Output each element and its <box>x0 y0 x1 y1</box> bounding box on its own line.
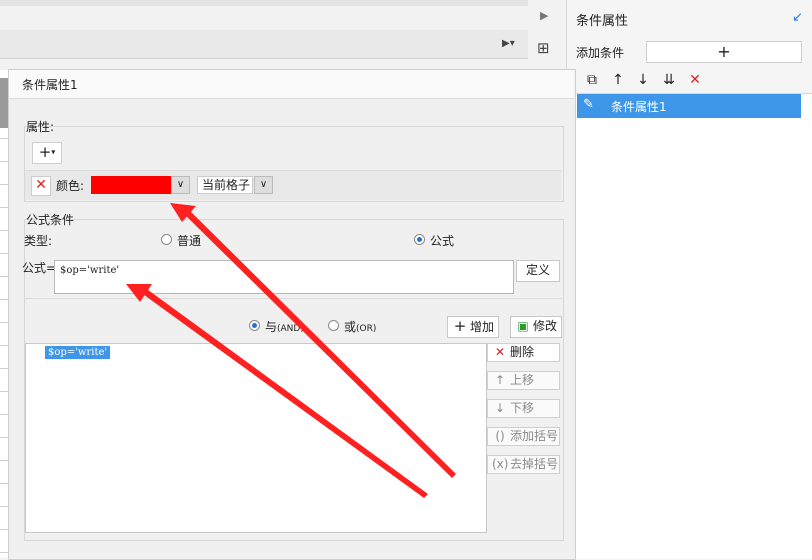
formula-label: 公式= <box>22 261 57 275</box>
dropdown-arrow-icon[interactable]: ▶▾ <box>502 38 515 49</box>
add-condition-row-button[interactable]: + 增加 <box>447 316 499 338</box>
or-text: 或 <box>344 320 357 334</box>
formula-condition-label: 公式条件 <box>26 213 75 227</box>
list-item[interactable]: $op='write' <box>45 346 111 359</box>
add-condition-button[interactable]: + <box>646 41 802 63</box>
modify-button-label: 修改 <box>533 319 558 333</box>
pin-icon[interactable]: ↙ <box>792 10 803 25</box>
top-bar <box>0 0 528 6</box>
collapse-arrow-icon[interactable]: ▶ <box>540 9 552 22</box>
and-en-text: (AND) <box>277 324 304 334</box>
remove-bracket-label: 去掉括号 <box>510 457 559 471</box>
scope-dropdown-chevron-icon[interactable]: ∨ <box>254 176 273 194</box>
remove-bracket-icon: (x) <box>492 457 509 471</box>
grid-settings-icon[interactable]: ⊞ <box>537 39 550 57</box>
logic-or-radio[interactable] <box>328 320 339 331</box>
add-bracket-label: 添加括号 <box>510 429 559 443</box>
editor-toolbar <box>0 30 528 59</box>
move-up-button[interactable]: ↑ 上移 <box>487 371 560 390</box>
arrow-up-icon: ↑ <box>494 373 506 387</box>
define-button[interactable]: 定义 <box>516 260 560 282</box>
edit-grid-icon: ▣ <box>517 319 529 333</box>
close-icon: ✕ <box>494 345 506 359</box>
color-label: 颜色: <box>56 179 85 193</box>
attributes-group-label: 属性: <box>26 120 55 134</box>
list-item[interactable]: ✎ 条件属性1 <box>577 94 801 118</box>
delete-icon[interactable]: ✕ <box>686 70 704 90</box>
panel-title: 条件属性 <box>576 14 629 29</box>
remove-attribute-icon[interactable]: ✕ <box>31 176 51 196</box>
add-button-label: 增加 <box>470 320 495 334</box>
bracket-icon: () <box>495 429 505 443</box>
logic-or-label[interactable]: 或(OR) <box>344 318 376 335</box>
arrow-down-icon: ↓ <box>494 401 506 415</box>
edit-pencil-icon: ✎ <box>583 97 594 112</box>
scope-select[interactable]: 当前格子 <box>197 176 253 194</box>
delete-button[interactable]: ✕ 删除 <box>487 343 560 362</box>
logic-and-radio[interactable] <box>249 320 260 331</box>
move-bottom-icon[interactable]: ⇊ <box>660 70 678 90</box>
arrow-down-icon[interactable]: ↓ <box>634 70 652 90</box>
type-formula-label[interactable]: 公式 <box>430 232 454 249</box>
condition-list <box>576 93 812 559</box>
dialog-title: 条件属性1 <box>22 78 78 92</box>
type-normal-radio[interactable] <box>161 234 172 245</box>
formula-input[interactable]: $op='write' <box>54 260 514 294</box>
list-toolbar: ⧉ ↑ ↓ ⇊ ✕ <box>576 70 812 92</box>
add-attribute-dropdown[interactable]: +▾ <box>32 142 62 164</box>
plus-icon: + <box>453 317 467 335</box>
condition-expression-list[interactable] <box>25 343 487 533</box>
and-text: 与 <box>265 320 278 334</box>
dialog-title-bar <box>9 70 574 99</box>
add-bracket-button[interactable]: () 添加括号 <box>487 427 560 446</box>
list-item-label: 条件属性1 <box>611 100 667 114</box>
color-dropdown-chevron-icon[interactable]: ∨ <box>171 176 190 194</box>
divider <box>24 298 562 299</box>
delete-button-label: 删除 <box>510 345 535 359</box>
modify-button[interactable]: ▣ 修改 <box>510 316 562 338</box>
add-condition-label: 添加条件 <box>576 46 625 60</box>
type-normal-label[interactable]: 普通 <box>177 232 201 249</box>
move-down-button[interactable]: ↓ 下移 <box>487 399 560 418</box>
copy-icon[interactable]: ⧉ <box>583 70 601 90</box>
move-down-label: 下移 <box>510 401 535 415</box>
remove-bracket-button[interactable]: (x) 去掉括号 <box>487 455 560 474</box>
type-label: 类型: <box>24 234 53 248</box>
arrow-up-icon[interactable]: ↑ <box>609 70 627 90</box>
plus-icon: + <box>717 42 731 61</box>
move-up-label: 上移 <box>510 373 535 387</box>
color-swatch[interactable] <box>91 176 171 194</box>
type-formula-radio[interactable] <box>414 234 425 245</box>
logic-and-label[interactable]: 与(AND) <box>265 318 304 335</box>
or-en-text: (OR) <box>356 324 377 334</box>
